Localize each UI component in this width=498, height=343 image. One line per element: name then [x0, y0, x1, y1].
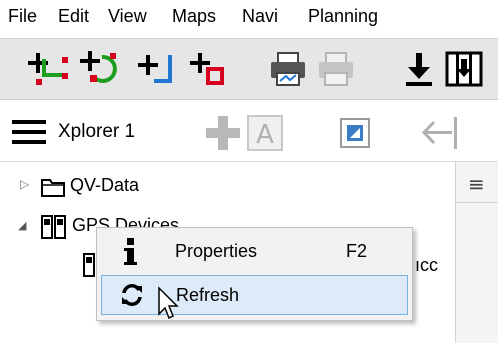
gps-device-icon	[83, 253, 95, 277]
gps-devices-icon	[41, 215, 66, 239]
hamburger-menu-icon[interactable]	[12, 120, 48, 146]
menu-file[interactable]: File	[8, 6, 37, 27]
pane-divider	[456, 202, 498, 203]
side-pane: ≡	[455, 162, 498, 343]
back-arrow-icon[interactable]	[418, 114, 462, 152]
properties-shortcut: F2	[346, 241, 368, 261]
map-download-icon[interactable]	[444, 49, 484, 89]
add-waypoint-icon[interactable]	[28, 49, 72, 89]
plus-icon[interactable]	[204, 114, 242, 152]
info-icon	[124, 238, 137, 265]
menu-navi[interactable]: Navi	[242, 6, 278, 27]
menu-item-refresh[interactable]: Refresh	[101, 275, 408, 315]
menu-bar: File Edit View Maps Navi Planning	[0, 0, 498, 38]
menu-edit[interactable]: Edit	[58, 6, 89, 27]
explorer-title[interactable]: Xplorer 1	[58, 121, 135, 143]
text-icon[interactable]: A	[246, 114, 284, 152]
tree-item-child-partial[interactable]: ıcc	[415, 255, 438, 276]
menu-view[interactable]: View	[108, 6, 147, 27]
download-icon[interactable]	[402, 49, 438, 89]
svg-text:A: A	[256, 120, 274, 150]
print-icon[interactable]	[268, 49, 308, 89]
mouse-cursor-icon	[158, 286, 179, 320]
tree-expander[interactable]: ▷	[20, 177, 29, 191]
add-track-icon[interactable]	[138, 49, 182, 89]
image-icon[interactable]	[338, 116, 372, 150]
menu-maps[interactable]: Maps	[172, 6, 216, 27]
main-toolbar	[0, 38, 498, 100]
refresh-label: Refresh	[176, 285, 240, 305]
menu-planning[interactable]: Planning	[308, 6, 378, 27]
list-icon[interactable]: ≡	[468, 172, 485, 196]
menu-item-properties[interactable]: Properties F2	[101, 232, 408, 272]
tree-expander-expanded[interactable]: ◢	[18, 219, 26, 232]
tree-item-qv-data[interactable]: QV-Data	[70, 175, 139, 196]
refresh-icon	[122, 284, 142, 306]
add-area-icon[interactable]	[190, 49, 234, 89]
explorer-toolbar: Xplorer 1 A	[0, 100, 498, 162]
properties-label: Properties	[175, 241, 258, 261]
folder-icon	[41, 179, 65, 197]
add-route-icon[interactable]	[80, 49, 124, 89]
context-menu: Properties F2 Refresh	[96, 227, 413, 321]
print-disabled-icon[interactable]	[316, 49, 356, 89]
